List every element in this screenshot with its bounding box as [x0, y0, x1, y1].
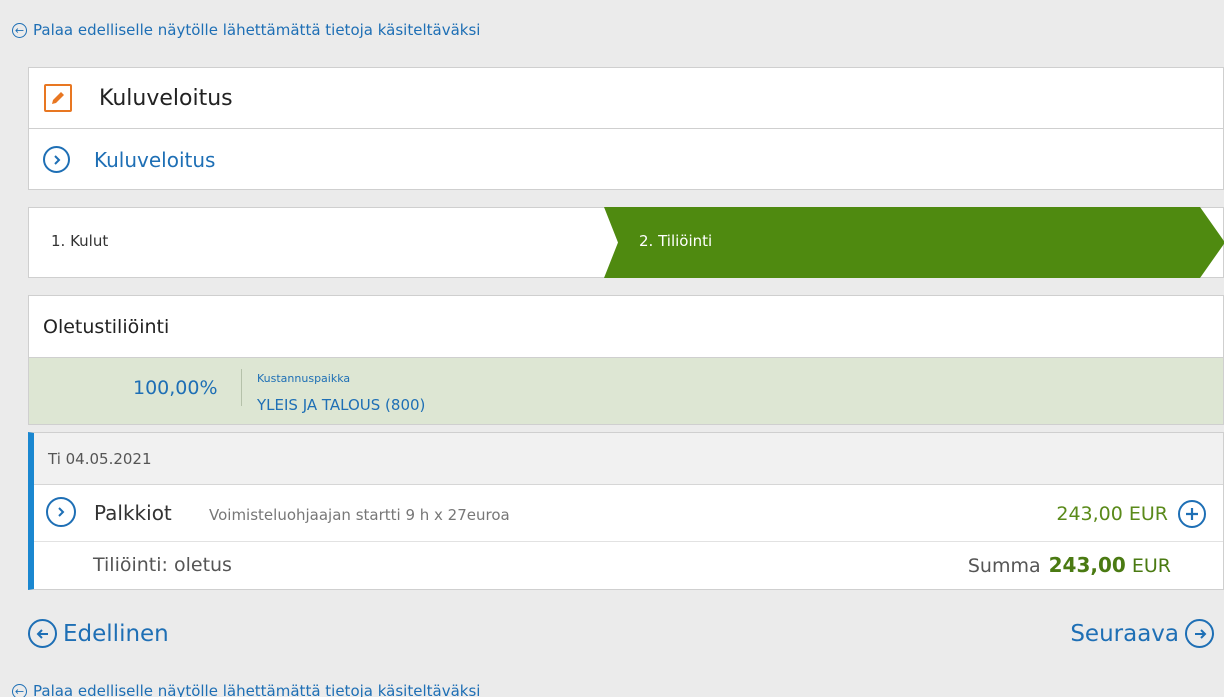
previous-label: Edellinen — [63, 620, 169, 647]
back-link-bottom-text: Palaa edelliselle näytölle lähettämättä … — [33, 682, 481, 697]
previous-button[interactable]: Edellinen — [28, 619, 169, 648]
sum-label: Summa — [967, 555, 1041, 577]
sum-row: Tiliöinti: oletus Summa 243,00 EUR — [34, 542, 1223, 589]
back-link-bottom[interactable]: ← Palaa edelliselle näytölle lähettämätt… — [12, 682, 480, 697]
expense-block: Ti 04.05.2021 Palkkiot Voimisteluohjaaja… — [28, 432, 1224, 590]
chevron-right-circle-icon[interactable] — [43, 146, 70, 173]
divider — [241, 369, 242, 406]
expense-item-row: Palkkiot Voimisteluohjaajan startti 9 h … — [34, 485, 1223, 542]
header-card: Kuluveloitus Kuluveloitus — [28, 67, 1224, 190]
default-posting-title: Oletustiliöinti — [43, 315, 170, 338]
step-tilointi[interactable]: 2. Tiliöinti — [639, 232, 712, 250]
arrow-left-circle-icon: ← — [12, 22, 27, 38]
step-kulut[interactable]: 1. Kulut — [51, 232, 108, 250]
header-title-row: Kuluveloitus — [29, 68, 1223, 129]
next-button[interactable]: Seuraava — [1070, 619, 1214, 648]
expense-item-name: Palkkiot — [94, 501, 172, 525]
posting-mode-label: Tiliöinti: oletus — [93, 554, 232, 576]
wizard-steps: 1. Kulut 2. Tiliöinti — [28, 207, 1224, 278]
header-link-row[interactable]: Kuluveloitus — [29, 129, 1223, 190]
page-title: Kuluveloitus — [99, 85, 233, 111]
cost-center-value: YLEIS JA TALOUS (800) — [257, 396, 426, 414]
sum-currency: EUR — [1131, 555, 1171, 577]
back-link[interactable]: ← Palaa edelliselle näytölle lähettämätt… — [12, 21, 480, 39]
default-posting-row: 100,00% Kustannuspaikka YLEIS JA TALOUS … — [29, 357, 1223, 424]
arrow-left-circle-icon — [28, 619, 57, 648]
cost-center-label: Kustannuspaikka — [257, 372, 351, 385]
arrow-right-circle-icon — [1185, 619, 1214, 648]
expense-item-description: Voimisteluohjaajan startti 9 h x 27euroa — [209, 506, 510, 524]
kuluveloitus-link[interactable]: Kuluveloitus — [94, 148, 215, 172]
next-label: Seuraava — [1070, 620, 1179, 647]
back-link-text: Palaa edelliselle näytölle lähettämättä … — [33, 21, 481, 39]
expense-item-amount: 243,00 EUR — [1056, 503, 1168, 525]
chevron-right-circle-icon[interactable] — [46, 497, 76, 527]
arrow-left-circle-icon: ← — [12, 683, 27, 697]
expense-date: Ti 04.05.2021 — [34, 433, 1223, 485]
sum-total: Summa 243,00 EUR — [968, 553, 1171, 577]
sum-amount: 243,00 — [1048, 553, 1126, 577]
pencil-edit-icon — [44, 84, 72, 112]
default-posting-card: Oletustiliöinti 100,00% Kustannuspaikka … — [28, 295, 1224, 425]
posting-percent: 100,00% — [133, 377, 218, 399]
plus-circle-icon[interactable] — [1178, 500, 1206, 528]
